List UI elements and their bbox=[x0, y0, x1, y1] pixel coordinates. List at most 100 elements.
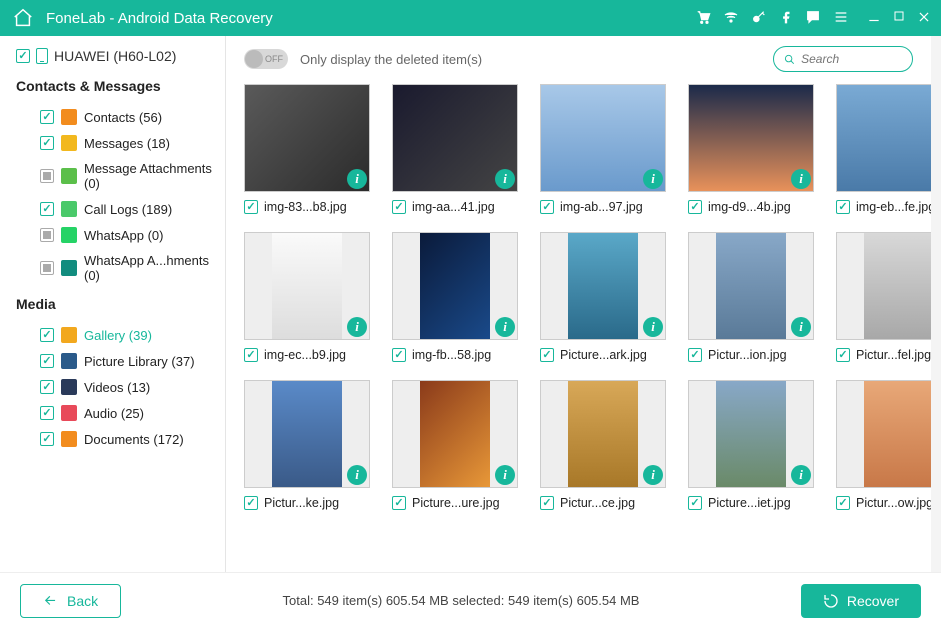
key-icon[interactable] bbox=[751, 9, 767, 28]
thumbnail-image[interactable]: i bbox=[688, 380, 814, 488]
thumbnail-checkbox[interactable] bbox=[392, 496, 406, 510]
search-input[interactable] bbox=[801, 52, 902, 66]
cart-icon[interactable] bbox=[695, 9, 711, 28]
thumbnail-image[interactable]: i bbox=[392, 84, 518, 192]
category-checkbox[interactable] bbox=[40, 202, 54, 216]
sidebar-item[interactable]: Contacts (56) bbox=[16, 104, 215, 130]
category-checkbox[interactable] bbox=[40, 328, 54, 342]
recover-button[interactable]: Recover bbox=[801, 584, 921, 618]
sidebar-item[interactable]: Documents (172) bbox=[16, 426, 215, 452]
sidebar-item[interactable]: Picture Library (37) bbox=[16, 348, 215, 374]
content-toolbar: OFF Only display the deleted item(s) bbox=[226, 36, 931, 82]
thumbnail-cell[interactable]: iPicture...ure.jpg bbox=[392, 380, 518, 510]
thumbnail-image[interactable]: i bbox=[244, 84, 370, 192]
thumbnail-grid-wrap[interactable]: iimg-83...b8.jpgiimg-aa...41.jpgiimg-ab.… bbox=[226, 82, 931, 572]
thumbnail-checkbox[interactable] bbox=[392, 200, 406, 214]
info-icon[interactable]: i bbox=[347, 317, 367, 337]
deleted-only-toggle[interactable]: OFF bbox=[244, 49, 288, 69]
category-checkbox[interactable] bbox=[40, 169, 54, 183]
info-icon[interactable]: i bbox=[791, 169, 811, 189]
thumbnail-cell[interactable]: iimg-aa...41.jpg bbox=[392, 84, 518, 214]
info-icon[interactable]: i bbox=[495, 169, 515, 189]
thumbnail-cell[interactable]: iimg-ec...b9.jpg bbox=[244, 232, 370, 362]
info-icon[interactable]: i bbox=[791, 317, 811, 337]
info-icon[interactable]: i bbox=[347, 169, 367, 189]
info-icon[interactable]: i bbox=[495, 465, 515, 485]
facebook-icon[interactable] bbox=[779, 9, 793, 28]
device-checkbox[interactable] bbox=[16, 49, 30, 63]
info-icon[interactable]: i bbox=[643, 465, 663, 485]
minimize-icon[interactable] bbox=[867, 10, 881, 27]
info-icon[interactable]: i bbox=[347, 465, 367, 485]
category-checkbox[interactable] bbox=[40, 228, 54, 242]
close-icon[interactable] bbox=[917, 10, 931, 27]
thumbnail-cell[interactable]: iimg-d9...4b.jpg bbox=[688, 84, 814, 214]
search-box[interactable] bbox=[773, 46, 913, 72]
thumbnail-cell[interactable]: iPictur...ke.jpg bbox=[244, 380, 370, 510]
thumbnail-checkbox[interactable] bbox=[540, 348, 554, 362]
category-checkbox[interactable] bbox=[40, 380, 54, 394]
thumbnail-image[interactable]: i bbox=[836, 84, 931, 192]
thumbnail-cell[interactable]: iPicture...ark.jpg bbox=[540, 232, 666, 362]
thumbnail-checkbox[interactable] bbox=[688, 348, 702, 362]
info-icon[interactable]: i bbox=[643, 317, 663, 337]
category-checkbox[interactable] bbox=[40, 432, 54, 446]
info-icon[interactable]: i bbox=[495, 317, 515, 337]
thumbnail-checkbox[interactable] bbox=[836, 200, 850, 214]
device-row[interactable]: HUAWEI (H60-L02) bbox=[16, 48, 215, 64]
thumbnail-image[interactable]: i bbox=[836, 232, 931, 340]
thumbnail-checkbox[interactable] bbox=[688, 496, 702, 510]
sidebar-item[interactable]: Audio (25) bbox=[16, 400, 215, 426]
maximize-icon[interactable] bbox=[893, 10, 905, 27]
sidebar-item[interactable]: WhatsApp A...hments (0) bbox=[16, 248, 215, 288]
sidebar-item[interactable]: Videos (13) bbox=[16, 374, 215, 400]
thumbnail-checkbox[interactable] bbox=[688, 200, 702, 214]
thumbnail-cell[interactable]: iPictur...ce.jpg bbox=[540, 380, 666, 510]
sidebar-item[interactable]: Gallery (39) bbox=[16, 322, 215, 348]
thumbnail-image[interactable]: i bbox=[244, 380, 370, 488]
thumbnail-checkbox[interactable] bbox=[836, 496, 850, 510]
thumbnail-cell[interactable]: iimg-ab...97.jpg bbox=[540, 84, 666, 214]
thumbnail-checkbox[interactable] bbox=[244, 496, 258, 510]
category-checkbox[interactable] bbox=[40, 354, 54, 368]
thumbnail-image[interactable]: i bbox=[540, 380, 666, 488]
info-icon[interactable]: i bbox=[643, 169, 663, 189]
thumbnail-checkbox[interactable] bbox=[244, 348, 258, 362]
feedback-icon[interactable] bbox=[805, 9, 821, 28]
category-checkbox[interactable] bbox=[40, 136, 54, 150]
thumbnail-image[interactable]: i bbox=[244, 232, 370, 340]
thumbnail-cell[interactable]: iPictur...ion.jpg bbox=[688, 232, 814, 362]
thumbnail-checkbox[interactable] bbox=[540, 200, 554, 214]
thumbnail-image[interactable]: i bbox=[836, 380, 931, 488]
category-icon bbox=[61, 201, 77, 217]
thumbnail-checkbox[interactable] bbox=[540, 496, 554, 510]
category-checkbox[interactable] bbox=[40, 406, 54, 420]
thumbnail-cell[interactable]: iimg-fb...58.jpg bbox=[392, 232, 518, 362]
thumbnail-cell[interactable]: iimg-eb...fe.jpg bbox=[836, 84, 931, 214]
thumbnail-image[interactable]: i bbox=[392, 380, 518, 488]
thumbnail-image[interactable]: i bbox=[540, 84, 666, 192]
sidebar-item[interactable]: Call Logs (189) bbox=[16, 196, 215, 222]
info-icon[interactable]: i bbox=[791, 465, 811, 485]
thumbnail-image[interactable]: i bbox=[688, 232, 814, 340]
thumbnail-cell[interactable]: iPictur...ow.jpg bbox=[836, 380, 931, 510]
back-button[interactable]: Back bbox=[20, 584, 121, 618]
thumbnail-image[interactable]: i bbox=[392, 232, 518, 340]
thumbnail-checkbox[interactable] bbox=[392, 348, 406, 362]
thumbnail-cell[interactable]: iPicture...iet.jpg bbox=[688, 380, 814, 510]
thumbnail-checkbox[interactable] bbox=[836, 348, 850, 362]
thumbnail-checkbox[interactable] bbox=[244, 200, 258, 214]
category-checkbox[interactable] bbox=[40, 110, 54, 124]
sidebar-item[interactable]: Messages (18) bbox=[16, 130, 215, 156]
thumbnail-image[interactable]: i bbox=[540, 232, 666, 340]
sidebar-item[interactable]: WhatsApp (0) bbox=[16, 222, 215, 248]
sidebar-item[interactable]: Message Attachments (0) bbox=[16, 156, 215, 196]
vertical-scrollbar[interactable] bbox=[931, 36, 941, 572]
category-checkbox[interactable] bbox=[40, 261, 54, 275]
thumbnail-image[interactable]: i bbox=[688, 84, 814, 192]
thumbnail-cell[interactable]: iPictur...fel.jpg bbox=[836, 232, 931, 362]
thumbnail-cell[interactable]: iimg-83...b8.jpg bbox=[244, 84, 370, 214]
home-icon[interactable] bbox=[10, 5, 36, 31]
wifi-icon[interactable] bbox=[723, 9, 739, 28]
menu-icon[interactable] bbox=[833, 9, 849, 28]
